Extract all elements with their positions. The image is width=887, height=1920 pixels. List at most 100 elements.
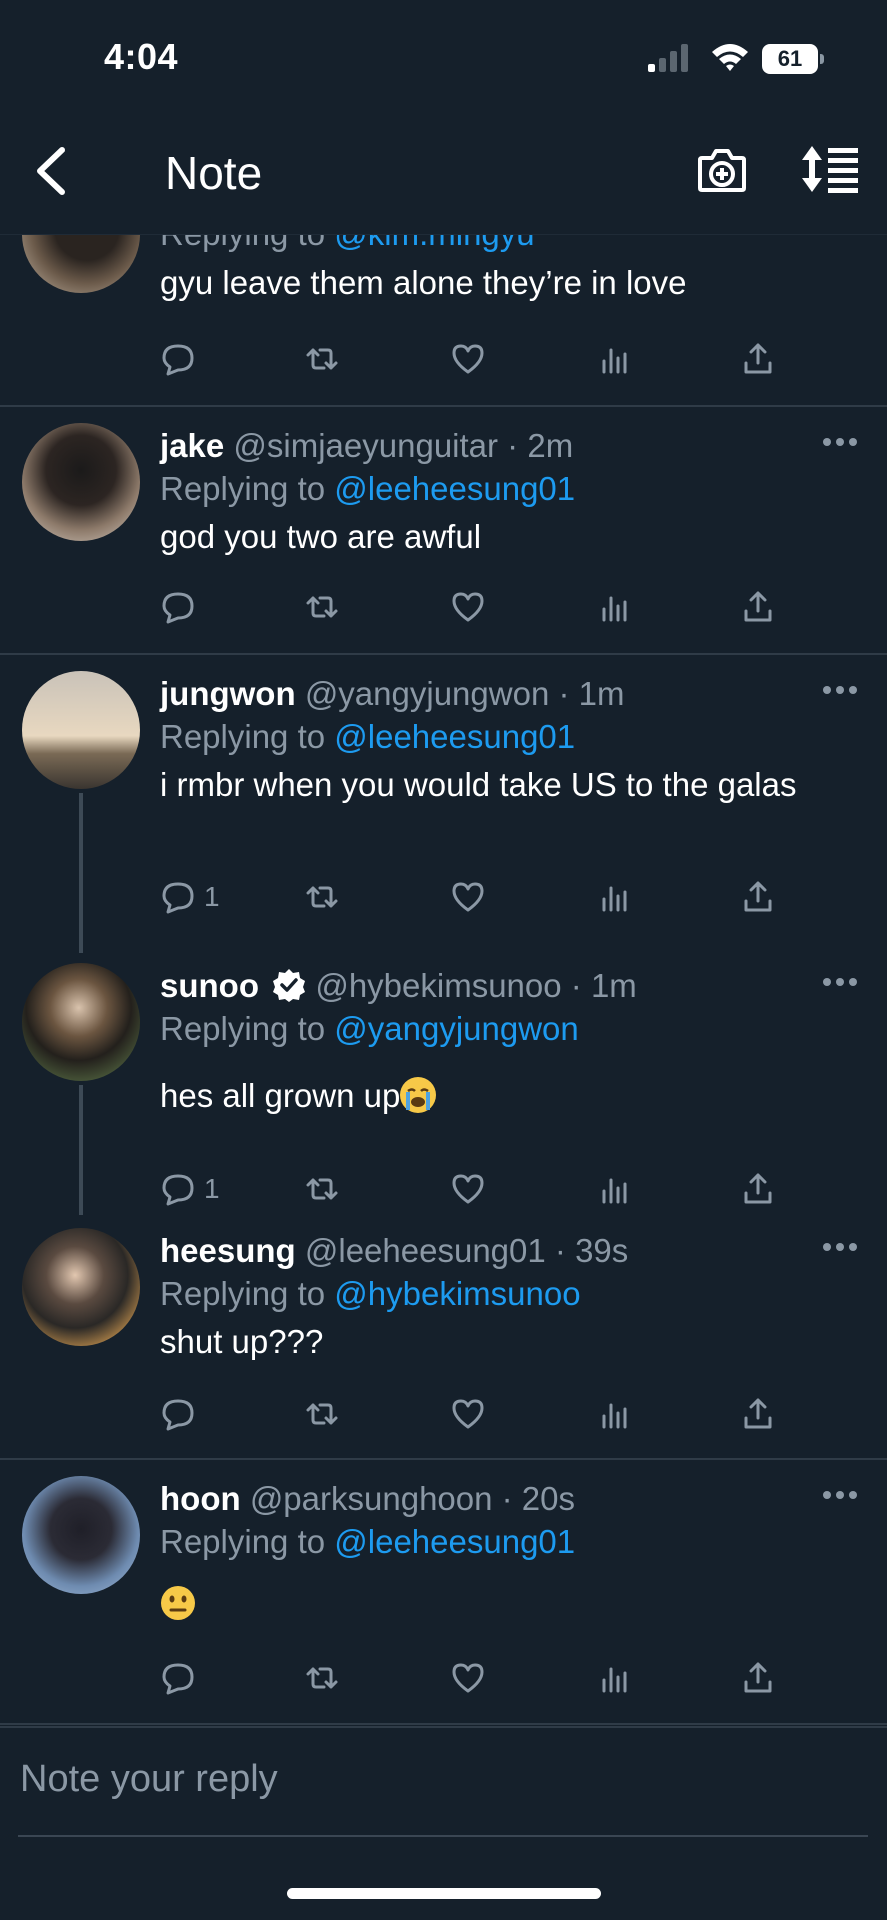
heart-icon [452,344,484,374]
retweet-icon [306,1178,338,1200]
camera-add-icon[interactable] [697,146,747,194]
reply-input[interactable]: Note your reply [20,1758,278,1801]
avatar[interactable] [22,1228,140,1346]
tweet-header: sunoo @hybekimsunoo · 1m [160,967,637,1005]
more-icon[interactable] [822,1242,858,1252]
views-button[interactable] [596,1169,632,1209]
share-button[interactable] [740,1394,776,1434]
reply-icon [162,344,194,376]
views-icon [602,1667,627,1693]
retweet-icon [306,1667,338,1689]
share-button[interactable] [740,877,776,917]
back-arrow-icon[interactable] [30,144,74,198]
views-button[interactable] [596,587,632,627]
share-icon [744,1398,772,1429]
retweet-button[interactable] [304,587,340,627]
tweet[interactable]: jungwon @yangyjungwon · 1m Replying to @… [0,655,887,953]
wifi-icon [712,44,748,71]
display-name[interactable]: jake [160,427,224,464]
mention-link[interactable]: @hybekimsunoo [334,1275,580,1312]
avatar[interactable] [22,1476,140,1594]
mention-link[interactable]: @leeheesung01 [334,718,575,755]
tweet[interactable]: Replying to @kim.mingyu gyu leave them a… [0,235,887,407]
handle-and-time: @hybekimsunoo · 1m [315,967,637,1004]
reply-button[interactable] [160,1658,204,1698]
tweet[interactable]: jake @simjaeyunguitar · 2m Replying to @… [0,407,887,655]
tweet-actions [160,339,800,379]
mention-link[interactable]: @leeheesung01 [334,470,575,507]
tweet-header: jake @simjaeyunguitar · 2m [160,427,573,465]
like-button[interactable] [450,587,486,627]
more-icon[interactable] [822,437,858,447]
retweet-button[interactable] [304,1169,340,1209]
views-button[interactable] [596,1658,632,1698]
share-icon [744,1662,772,1693]
tweet[interactable]: sunoo @hybekimsunoo · 1m Replying to @ya… [0,947,887,1215]
tweet[interactable]: heesung @leeheesung01 · 39s Replying to … [0,1212,887,1460]
home-indicator[interactable] [287,1888,601,1899]
reply-button[interactable] [160,1394,204,1434]
retweet-button[interactable] [304,1394,340,1434]
tweet-text: hes all grown up [160,1074,840,1118]
tweet[interactable]: hoon @parksunghoon · 20s Replying to @le… [0,1460,887,1725]
more-icon[interactable] [822,977,858,987]
avatar[interactable] [22,235,140,293]
share-button[interactable] [740,1169,776,1209]
mention-link[interactable]: @yangyjungwon [334,1010,579,1047]
tweet-actions [160,587,800,627]
sort-icon[interactable] [800,144,860,194]
more-icon[interactable] [822,685,858,695]
like-button[interactable] [450,1169,486,1209]
retweet-button[interactable] [304,877,340,917]
avatar[interactable] [22,963,140,1081]
replying-prefix: Replying to [160,718,335,755]
retweet-button[interactable] [304,339,340,379]
more-icon[interactable] [822,1490,858,1500]
share-icon [744,881,772,912]
like-button[interactable] [450,339,486,379]
replying-to: Replying to @hybekimsunoo [160,1275,581,1313]
mention-link[interactable]: @kim.mingyu [334,235,534,252]
handle-and-time: @yangyjungwon · 1m [304,675,625,712]
tweet-header: heesung @leeheesung01 · 39s [160,1232,628,1270]
replying-prefix: Replying to [160,1010,335,1047]
views-button[interactable] [596,877,632,917]
like-button[interactable] [450,1394,486,1434]
share-button[interactable] [740,339,776,379]
avatar[interactable] [22,423,140,541]
handle-and-time: @leeheesung01 · 39s [304,1232,629,1269]
reply-icon [162,1174,194,1206]
retweet-button[interactable] [304,1658,340,1698]
mention-link[interactable]: @leeheesung01 [334,1523,575,1560]
display-name[interactable]: jungwon [160,675,296,712]
replies-feed: Replying to @kim.mingyu gyu leave them a… [0,235,887,1725]
share-button[interactable] [740,1658,776,1698]
replying-prefix: Replying to [160,1523,335,1560]
retweet-icon [306,596,338,618]
views-button[interactable] [596,339,632,379]
retweet-icon [306,1403,338,1425]
replying-prefix: Replying to [160,235,334,252]
reply-button[interactable]: 1 [160,1169,220,1209]
reply-button[interactable]: 1 [160,877,220,917]
tweet-actions: 1 [160,1169,800,1209]
tweet-text: god you two are awful [160,518,482,555]
heart-icon [452,882,484,912]
like-button[interactable] [450,877,486,917]
avatar[interactable] [22,671,140,789]
reply-icon [162,592,194,624]
views-button[interactable] [596,1394,632,1434]
share-button[interactable] [740,587,776,627]
display-name[interactable]: sunoo [160,967,259,1004]
like-button[interactable] [450,1658,486,1698]
reply-count: 1 [204,1173,220,1204]
thread-connector [79,793,83,953]
display-name[interactable]: heesung [160,1232,296,1269]
views-icon [602,596,627,622]
replying-to: Replying to @yangyjungwon [160,1010,579,1048]
display-name[interactable]: hoon [160,1480,241,1517]
thread-connector [79,1085,83,1215]
reply-button[interactable] [160,339,204,379]
status-time: 4:04 [104,36,179,77]
reply-button[interactable] [160,587,204,627]
